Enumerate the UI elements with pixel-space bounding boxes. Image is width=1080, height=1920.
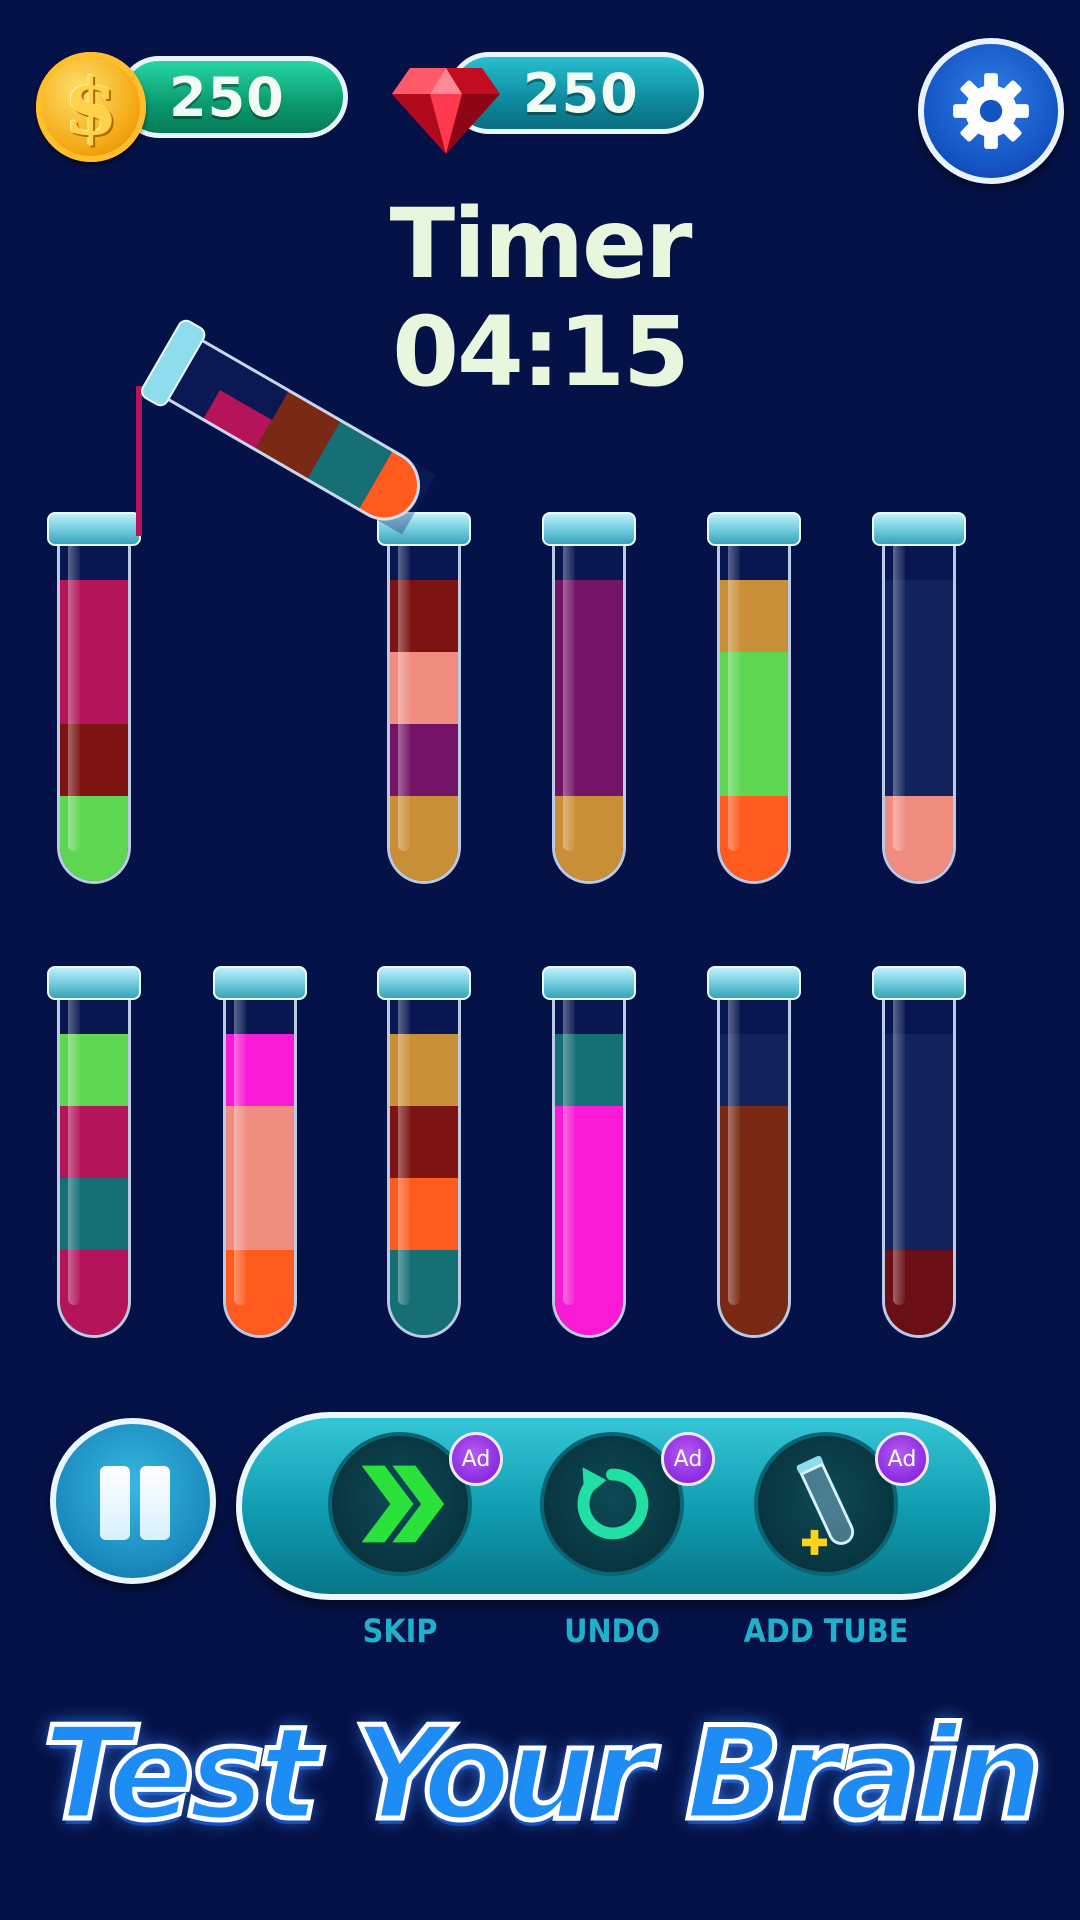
add-tube-icon	[796, 1455, 855, 1555]
tube-rim	[872, 512, 966, 546]
tube-rim	[213, 966, 307, 1000]
glass-shine	[728, 542, 740, 851]
settings-button[interactable]	[918, 38, 1064, 184]
test-tube[interactable]	[552, 532, 626, 884]
pouring-tube[interactable]	[120, 300, 500, 560]
test-tube[interactable]	[223, 986, 297, 1338]
tube-rim	[542, 512, 636, 546]
tube-rim	[872, 966, 966, 1000]
coin-balance-value: 250	[169, 65, 285, 129]
tagline-banner: Test Your Brain	[40, 1698, 1046, 1852]
coin-balance-pill: 250	[118, 56, 348, 138]
skip-label: SKIP	[362, 1612, 438, 1650]
glass-shine	[893, 542, 905, 851]
tube-rim	[47, 966, 141, 1000]
glass-shine	[68, 542, 80, 851]
pause-icon	[100, 1466, 130, 1540]
test-tube[interactable]	[387, 532, 461, 884]
pour-stream	[136, 386, 142, 536]
undo-ad-badge: Ad	[661, 1432, 715, 1486]
test-tube[interactable]	[882, 986, 956, 1338]
add-tube-label: ADD TUBE	[743, 1612, 909, 1650]
glass-shine	[68, 996, 80, 1305]
glass-shine	[563, 542, 575, 851]
glass-shine	[893, 996, 905, 1305]
timer-label: Timer	[389, 188, 693, 300]
test-tube[interactable]	[57, 986, 131, 1338]
test-tube[interactable]	[882, 532, 956, 884]
glass-shine	[398, 996, 410, 1305]
pause-button[interactable]	[50, 1418, 216, 1584]
test-tube[interactable]	[57, 532, 131, 884]
test-tube[interactable]	[717, 532, 791, 884]
undo-arrow-icon	[577, 1467, 649, 1540]
test-tube[interactable]	[387, 986, 461, 1338]
gear-icon	[953, 73, 1029, 149]
add-tube-ad-badge: Ad	[875, 1432, 929, 1486]
dollar-coin-icon: $	[36, 52, 146, 162]
double-chevron-right-icon	[361, 1465, 445, 1543]
glass-shine	[563, 996, 575, 1305]
skip-ad-badge: Ad	[449, 1432, 503, 1486]
test-tube[interactable]	[552, 986, 626, 1338]
pause-icon	[140, 1466, 170, 1540]
glass-shine	[398, 542, 410, 851]
undo-label: UNDO	[564, 1612, 660, 1650]
glass-shine	[234, 996, 246, 1305]
test-tube[interactable]	[717, 986, 791, 1338]
tube-rim	[707, 966, 801, 1000]
coin-symbol: $	[63, 61, 119, 153]
glass-shine	[728, 996, 740, 1305]
tube-rim	[707, 512, 801, 546]
gem-balance-value: 250	[523, 61, 639, 125]
tube-rim	[377, 966, 471, 1000]
ruby-gem-icon	[392, 68, 500, 154]
tube-rim	[542, 966, 636, 1000]
